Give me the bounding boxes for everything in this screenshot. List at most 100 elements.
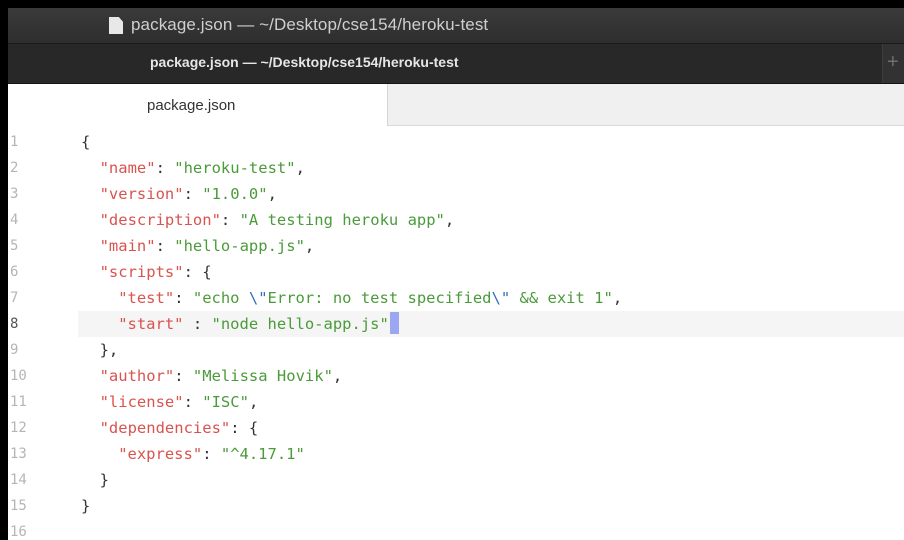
code-token: :	[202, 445, 221, 463]
code-token: :	[155, 237, 175, 255]
line-number: 13	[10, 446, 27, 462]
code-token: "dependencies"	[99, 419, 231, 437]
line-number: 1	[10, 134, 19, 150]
code-token: ,	[332, 367, 343, 385]
code-token: "main"	[99, 237, 156, 255]
code-token: "start"	[118, 315, 184, 333]
code-token: && exit 1"	[510, 289, 613, 307]
line-number: 4	[10, 212, 19, 228]
code-text: "description": "A testing heroku app",	[100, 207, 455, 233]
code-token: "A testing heroku app"	[239, 211, 445, 229]
code-token: : {	[183, 263, 212, 281]
code-text: "test": "echo \"Error: no test specified…	[118, 285, 622, 311]
line-number: 2	[10, 160, 19, 176]
window-tab-label: package.json — ~/Desktop/cse154/heroku-t…	[150, 54, 459, 70]
window-tab-package-json[interactable]: package.json — ~/Desktop/cse154/heroku-t…	[8, 44, 882, 83]
window-tab-bar: package.json — ~/Desktop/cse154/heroku-t…	[8, 44, 904, 84]
code-text: "dependencies": {	[100, 415, 259, 441]
new-tab-button[interactable]: +	[882, 44, 904, 83]
plus-icon: +	[887, 51, 899, 73]
line-number: 5	[10, 238, 19, 254]
editor-tab-label: package.json	[147, 97, 236, 114]
code-token: :	[174, 289, 193, 307]
line-number: 8	[10, 316, 19, 332]
code-line[interactable]: 14}	[8, 467, 904, 493]
code-token: "express"	[118, 445, 203, 463]
code-text: }	[81, 493, 90, 519]
line-number: 14	[10, 472, 27, 488]
code-line[interactable]: 16	[8, 519, 904, 540]
code-text: {	[81, 129, 90, 155]
code-token: "test"	[118, 289, 175, 307]
code-token: \"	[491, 289, 511, 307]
code-text: "scripts": {	[100, 259, 212, 285]
code-token: }	[99, 471, 109, 489]
code-token: "hello-app.js"	[174, 237, 305, 255]
editor-tab-package-json[interactable]: package.json	[8, 84, 388, 126]
line-number: 11	[10, 394, 27, 410]
code-line[interactable]: 1{	[8, 129, 904, 155]
code-token: "ISC"	[202, 393, 249, 411]
code-token: ,	[248, 393, 259, 411]
code-line[interactable]: 11 "license": "ISC",	[8, 389, 904, 415]
code-token: {	[81, 133, 91, 151]
code-line[interactable]: 9},	[8, 337, 904, 363]
code-line[interactable]: 15}	[8, 493, 904, 519]
code-token: ,	[267, 185, 277, 203]
code-token: }	[81, 497, 91, 515]
line-number: 3	[10, 186, 19, 202]
window-title: package.json — ~/Desktop/cse154/heroku-t…	[131, 15, 489, 34]
line-number: 10	[10, 368, 27, 384]
code-text: "version": "1.0.0",	[100, 181, 277, 207]
code-token: ,	[444, 211, 455, 229]
code-line[interactable]: 6 "scripts": {	[8, 259, 904, 285]
code-token: :	[155, 159, 175, 177]
document-icon	[109, 17, 123, 34]
code-line[interactable]: 4 "description": "A testing heroku app",	[8, 207, 904, 233]
code-line[interactable]: 3 "version": "1.0.0",	[8, 181, 904, 207]
code-token: ,	[612, 289, 623, 307]
code-token: "^4.17.1"	[220, 445, 305, 463]
code-token: "license"	[99, 393, 184, 411]
code-token: :	[183, 185, 203, 203]
code-line[interactable]: 10 "author": "Melissa Hovik",	[8, 363, 904, 389]
code-line[interactable]: 12 "dependencies": {	[8, 415, 904, 441]
code-token: Error: no test specified	[267, 289, 492, 307]
code-token: },	[99, 341, 119, 359]
line-number: 16	[10, 524, 27, 540]
code-token: "node hello-app.js"	[211, 315, 389, 333]
code-token: "Melissa Hovik"	[192, 367, 333, 385]
code-text: "author": "Melissa Hovik",	[100, 363, 343, 389]
code-line[interactable]: 2 "name": "heroku-test",	[8, 155, 904, 181]
code-token: "name"	[99, 159, 156, 177]
line-number: 15	[10, 498, 27, 514]
code-token: "heroku-test"	[174, 159, 296, 177]
code-line[interactable]: 13 "express": "^4.17.1"	[8, 441, 904, 467]
code-token: :	[174, 367, 193, 385]
code-text: },	[100, 337, 119, 363]
line-number: 6	[10, 264, 19, 280]
code-token: ,	[304, 237, 315, 255]
code-token: "scripts"	[99, 263, 184, 281]
window-titlebar: package.json — ~/Desktop/cse154/heroku-t…	[8, 8, 904, 44]
code-editor[interactable]: 1{2 "name": "heroku-test", 3 "version": "1.…	[8, 126, 904, 540]
line-number: 7	[10, 290, 19, 306]
code-text: "license": "ISC",	[100, 389, 259, 415]
code-text: "main": "hello-app.js",	[100, 233, 315, 259]
code-line[interactable]: 5 "main": "hello-app.js",	[8, 233, 904, 259]
code-token: ,	[295, 159, 305, 177]
code-line[interactable]: 8 "start" : "node hello-app.js"	[8, 311, 904, 337]
code-token: : {	[230, 419, 259, 437]
line-number: 9	[10, 342, 19, 358]
editor-window: package.json — ~/Desktop/cse154/heroku-t…	[8, 8, 904, 540]
code-text: "start" : "node hello-app.js"	[118, 311, 399, 337]
code-text: }	[100, 467, 109, 493]
code-line[interactable]: 7 "test": "echo \"Error: no test specifie…	[8, 285, 904, 311]
editor-tab-bar: package.json	[8, 84, 904, 126]
code-token: :	[183, 315, 212, 333]
code-token: :	[220, 211, 240, 229]
code-token: "echo	[192, 289, 249, 307]
code-token: :	[183, 393, 203, 411]
text-cursor	[389, 312, 399, 334]
code-token: \"	[248, 289, 268, 307]
